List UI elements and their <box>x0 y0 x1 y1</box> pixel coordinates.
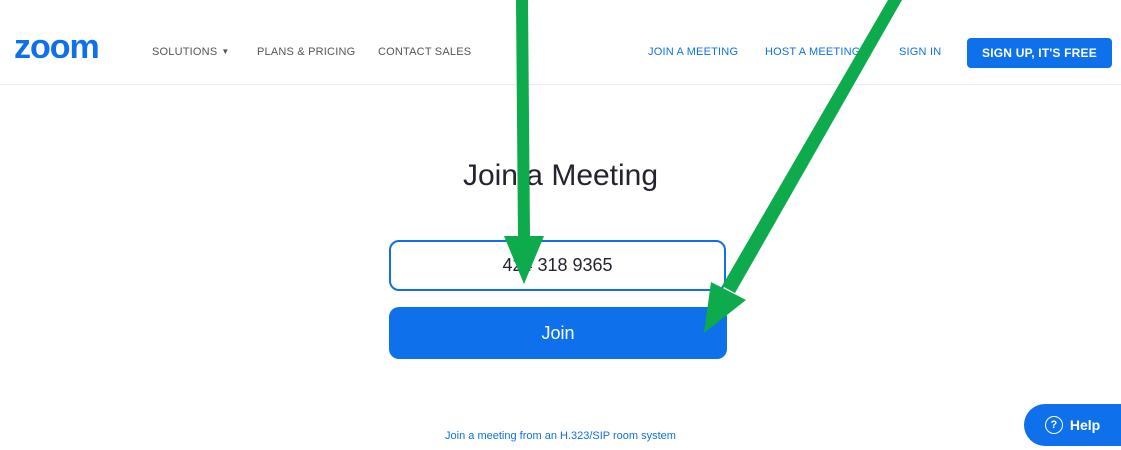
nav-solutions-label: SOLUTIONS <box>152 46 218 58</box>
nav-sign-in[interactable]: SIGN IN <box>899 46 941 58</box>
nav-join-meeting[interactable]: JOIN A MEETING <box>648 46 738 58</box>
nav-host-meeting[interactable]: HOST A MEETING <box>765 46 861 58</box>
sign-up-button[interactable]: SIGN UP, IT'S FREE <box>967 38 1112 68</box>
zoom-join-page: zoom SOLUTIONS ▼ PLANS & PRICING CONTACT … <box>0 0 1121 450</box>
question-mark-icon: ? <box>1044 416 1063 434</box>
join-button[interactable]: Join <box>389 307 727 359</box>
meeting-id-input[interactable] <box>389 240 726 291</box>
zoom-logo[interactable]: zoom <box>14 30 100 64</box>
help-button[interactable]: ? Help <box>1024 404 1121 446</box>
chevron-down-icon: ▼ <box>221 47 230 56</box>
sip-room-system-link[interactable]: Join a meeting from an H.323/SIP room sy… <box>0 430 1121 442</box>
nav-contact-sales[interactable]: CONTACT SALES <box>378 46 471 58</box>
top-navigation-bar: zoom SOLUTIONS ▼ PLANS & PRICING CONTACT … <box>0 0 1121 85</box>
nav-plans-pricing[interactable]: PLANS & PRICING <box>257 46 355 58</box>
help-label: Help <box>1069 417 1101 433</box>
page-title: Join a Meeting <box>462 159 659 192</box>
nav-solutions[interactable]: SOLUTIONS ▼ <box>152 46 230 58</box>
